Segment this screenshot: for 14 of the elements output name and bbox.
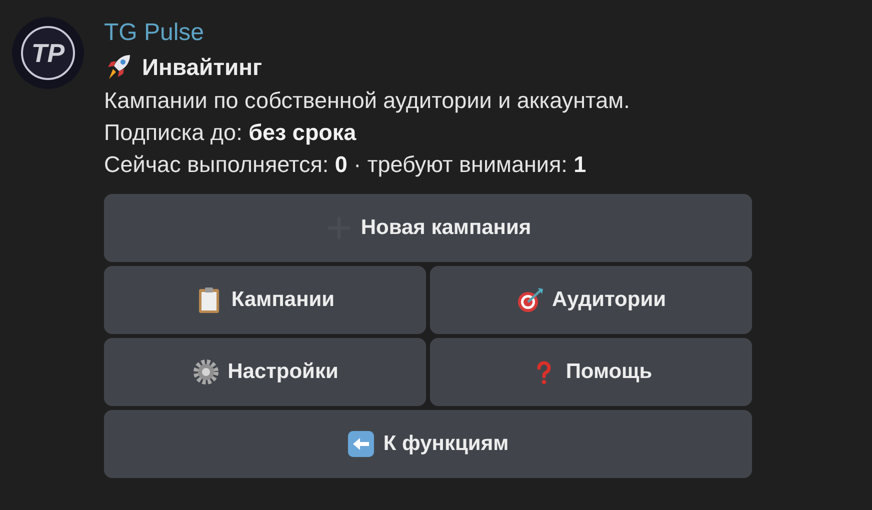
gear-icon: [192, 358, 220, 386]
keyboard-button[interactable]: К функциям: [104, 410, 752, 478]
keyboard-button[interactable]: Помощь: [430, 338, 752, 406]
sender-name[interactable]: TG Pulse: [104, 17, 752, 49]
keyboard-button[interactable]: Новая кампания: [104, 194, 752, 262]
message-text: Кампании по собственной аудитории и аккаунтам.: [104, 87, 631, 115]
message-text: Подписка до: без срока: [104, 119, 358, 147]
keyboard-button[interactable]: Аудитории: [430, 266, 752, 334]
message-title: Инвайтинг: [142, 53, 262, 82]
target-icon: [516, 286, 544, 314]
keyboard-button[interactable]: Настройки: [104, 338, 426, 406]
message-text: Сейчас выполняется: 0 · требуют внимания: 1: [104, 151, 588, 179]
keyboard-button[interactable]: Кампании: [104, 266, 426, 334]
avatar[interactable]: TP: [12, 17, 84, 89]
